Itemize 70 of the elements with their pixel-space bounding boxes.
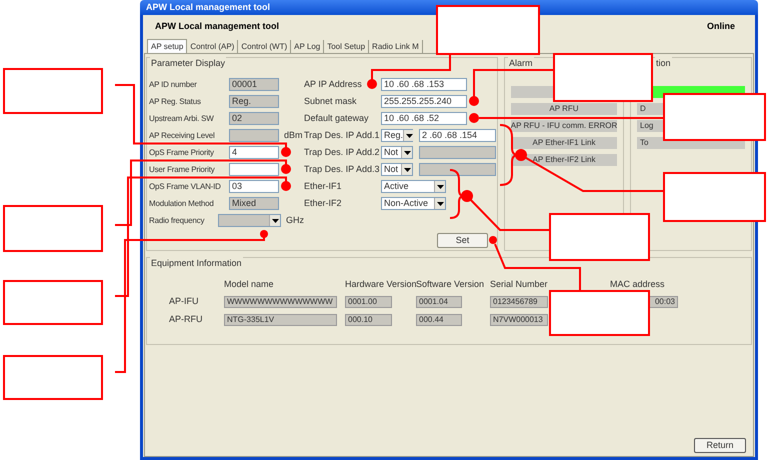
field-label: Subnet mask <box>304 94 358 108</box>
field-label: AP Reg. Status <box>149 96 202 108</box>
input-field[interactable] <box>229 163 279 176</box>
input-field[interactable]: Reg. <box>229 95 279 108</box>
table-cell: N7VW000013 <box>490 314 548 326</box>
tab[interactable]: AP setup <box>147 39 188 53</box>
field-label: Radio frequency <box>149 214 206 226</box>
field-label: OpS Frame Priority <box>149 146 215 158</box>
dropdown-arrow-icon <box>404 168 410 172</box>
return-button[interactable]: Return <box>694 438 746 453</box>
field-label: Trap Des. IP Add.3 <box>304 162 381 176</box>
field-label: Trap Des. IP Add.2 <box>304 146 381 159</box>
input-field[interactable]: Mixed <box>229 197 279 210</box>
input-field[interactable] <box>419 163 496 176</box>
field-label: AP IP Address <box>304 78 363 91</box>
dropdown[interactable]: Non-Active <box>381 197 446 210</box>
table-cell: 0001.00 <box>345 296 392 308</box>
field-label: Upstream Arbi. SW <box>149 112 215 124</box>
column-header: Software Version <box>416 279 484 290</box>
table-cell: WWWWWWWWWWWWWW <box>224 296 337 308</box>
field-label: AP ID number <box>149 78 198 90</box>
row-label: AP-IFU <box>169 296 199 306</box>
field-label: AP Receiving Level <box>149 130 216 142</box>
alarm-indicator: AP RFU <box>511 103 617 115</box>
dropdown[interactable]: Active <box>381 180 446 193</box>
dropdown[interactable]: Not <box>381 163 413 176</box>
input-field[interactable]: 4 <box>229 146 279 159</box>
field-label: Trap Des. IP Add.1 <box>304 128 381 142</box>
input-field[interactable]: 10 .60 .68 .52 <box>381 112 467 125</box>
unit-label: GHz <box>286 214 304 227</box>
table-cell: NTG-335L1V <box>224 314 337 326</box>
unit-label: dBm <box>284 128 303 142</box>
dropdown-arrow-icon <box>436 184 444 188</box>
dropdown[interactable]: Not <box>381 146 413 159</box>
connection-status: Online <box>706 20 735 34</box>
field-label: OpS Frame VLAN-ID <box>149 180 222 192</box>
column-header: Model name <box>224 279 274 290</box>
input-field[interactable]: 00001 <box>229 78 279 91</box>
input-field[interactable]: 03 <box>229 180 279 193</box>
app-title: APW Local management tool <box>155 20 280 34</box>
input-field[interactable]: 255.255.255.240 <box>381 95 467 108</box>
dropdown[interactable]: Reg. <box>381 129 413 142</box>
input-field[interactable]: 2 .60 .68 .154 <box>419 129 496 142</box>
field-label: Ether-IF1 <box>304 180 343 193</box>
dropdown-arrow-icon <box>404 150 410 154</box>
alarm-indicator: AP Ether-IF2 Link <box>511 154 617 166</box>
row-label: AP-RFU <box>169 314 202 324</box>
table-cell: 0123456789 <box>490 296 548 308</box>
group-title: Parameter Display <box>150 57 226 70</box>
field-label: User Frame Priority <box>149 164 216 176</box>
input-field[interactable]: 02 <box>229 112 279 125</box>
table-cell: 0001.04 <box>416 296 462 308</box>
table-cell: 000.10 <box>345 314 392 326</box>
input-field[interactable] <box>419 146 496 159</box>
column-header: MAC address <box>610 279 665 290</box>
column-header: Hardware Version <box>345 279 417 290</box>
table-cell: 000.44 <box>416 314 462 326</box>
dropdown-arrow-icon <box>436 202 444 206</box>
field-label: Modulation Method <box>149 198 215 210</box>
dropdown-arrow-icon <box>272 218 278 222</box>
alarm-indicator: AP RFU - IFU comm. ERROR <box>511 120 617 132</box>
input-field[interactable]: 10 .60 .68 .153 <box>381 78 467 91</box>
input-field[interactable] <box>229 129 279 142</box>
field-label: Default gateway <box>304 112 370 125</box>
set-button[interactable]: Set <box>437 233 488 248</box>
dropdown-arrow-icon <box>406 134 413 138</box>
group-title: Equipment Information <box>150 257 243 270</box>
field-label: Ether-IF2 <box>304 196 343 210</box>
column-header: Serial Number <box>490 279 548 290</box>
alarm-indicator: AP Ether-IF1 Link <box>511 137 617 149</box>
